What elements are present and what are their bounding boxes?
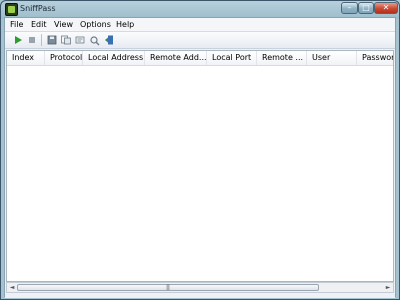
- copy-button[interactable]: [60, 34, 72, 46]
- horizontal-scrollbar[interactable]: ◄ ||| ►: [6, 282, 394, 293]
- scroll-left-arrow[interactable]: ◄: [7, 283, 17, 292]
- title-bar[interactable]: SniffPass – □ ✕: [1, 1, 399, 17]
- menu-help[interactable]: Help: [116, 19, 134, 30]
- save-icon: [47, 35, 57, 45]
- copy-icon: [61, 35, 71, 45]
- menu-edit[interactable]: Edit: [31, 19, 47, 30]
- properties-button[interactable]: [74, 34, 86, 46]
- start-capture-icon: [15, 36, 22, 44]
- exit-icon: [105, 35, 113, 45]
- column-user[interactable]: User: [307, 51, 357, 65]
- app-icon: [5, 3, 18, 16]
- column-remote-port[interactable]: Remote ...: [257, 51, 307, 65]
- list-header: Index Protocol Local Address Remote Add.…: [7, 51, 393, 66]
- toolbar-separator: [41, 34, 42, 46]
- stop-capture-icon: [29, 37, 35, 43]
- exit-button[interactable]: [104, 34, 116, 46]
- properties-icon: [75, 36, 85, 44]
- scroll-right-arrow[interactable]: ►: [383, 283, 393, 292]
- menu-view[interactable]: View: [54, 19, 73, 30]
- scroll-grip: |||: [166, 284, 170, 291]
- options-button[interactable]: [89, 34, 101, 46]
- close-button[interactable]: ✕: [374, 2, 398, 14]
- scroll-thumb[interactable]: |||: [17, 284, 319, 291]
- menu-options[interactable]: Options: [80, 19, 111, 30]
- app-window: SniffPass – □ ✕ File Edit View Options H…: [0, 0, 400, 300]
- minimize-button[interactable]: –: [341, 2, 358, 14]
- options-icon: [90, 36, 100, 46]
- save-button[interactable]: [46, 34, 58, 46]
- window-title: SniffPass: [20, 4, 56, 13]
- column-remote-address[interactable]: Remote Add...: [145, 51, 207, 65]
- column-index[interactable]: Index: [7, 51, 45, 65]
- stop-capture-button[interactable]: [26, 34, 38, 46]
- client-area: File Edit View Options Help Index Protoc…: [4, 17, 396, 298]
- menu-file[interactable]: File: [10, 19, 23, 30]
- column-local-address[interactable]: Local Address: [83, 51, 145, 65]
- column-local-port[interactable]: Local Port: [207, 51, 257, 65]
- toolbar: [5, 32, 395, 49]
- status-bar: [5, 294, 395, 298]
- capture-list[interactable]: Index Protocol Local Address Remote Add.…: [6, 50, 394, 282]
- column-password[interactable]: Password: [357, 51, 393, 65]
- menu-bar: File Edit View Options Help: [5, 18, 395, 32]
- start-capture-button[interactable]: [12, 34, 24, 46]
- column-protocol[interactable]: Protocol: [45, 51, 83, 65]
- maximize-button[interactable]: □: [358, 2, 374, 14]
